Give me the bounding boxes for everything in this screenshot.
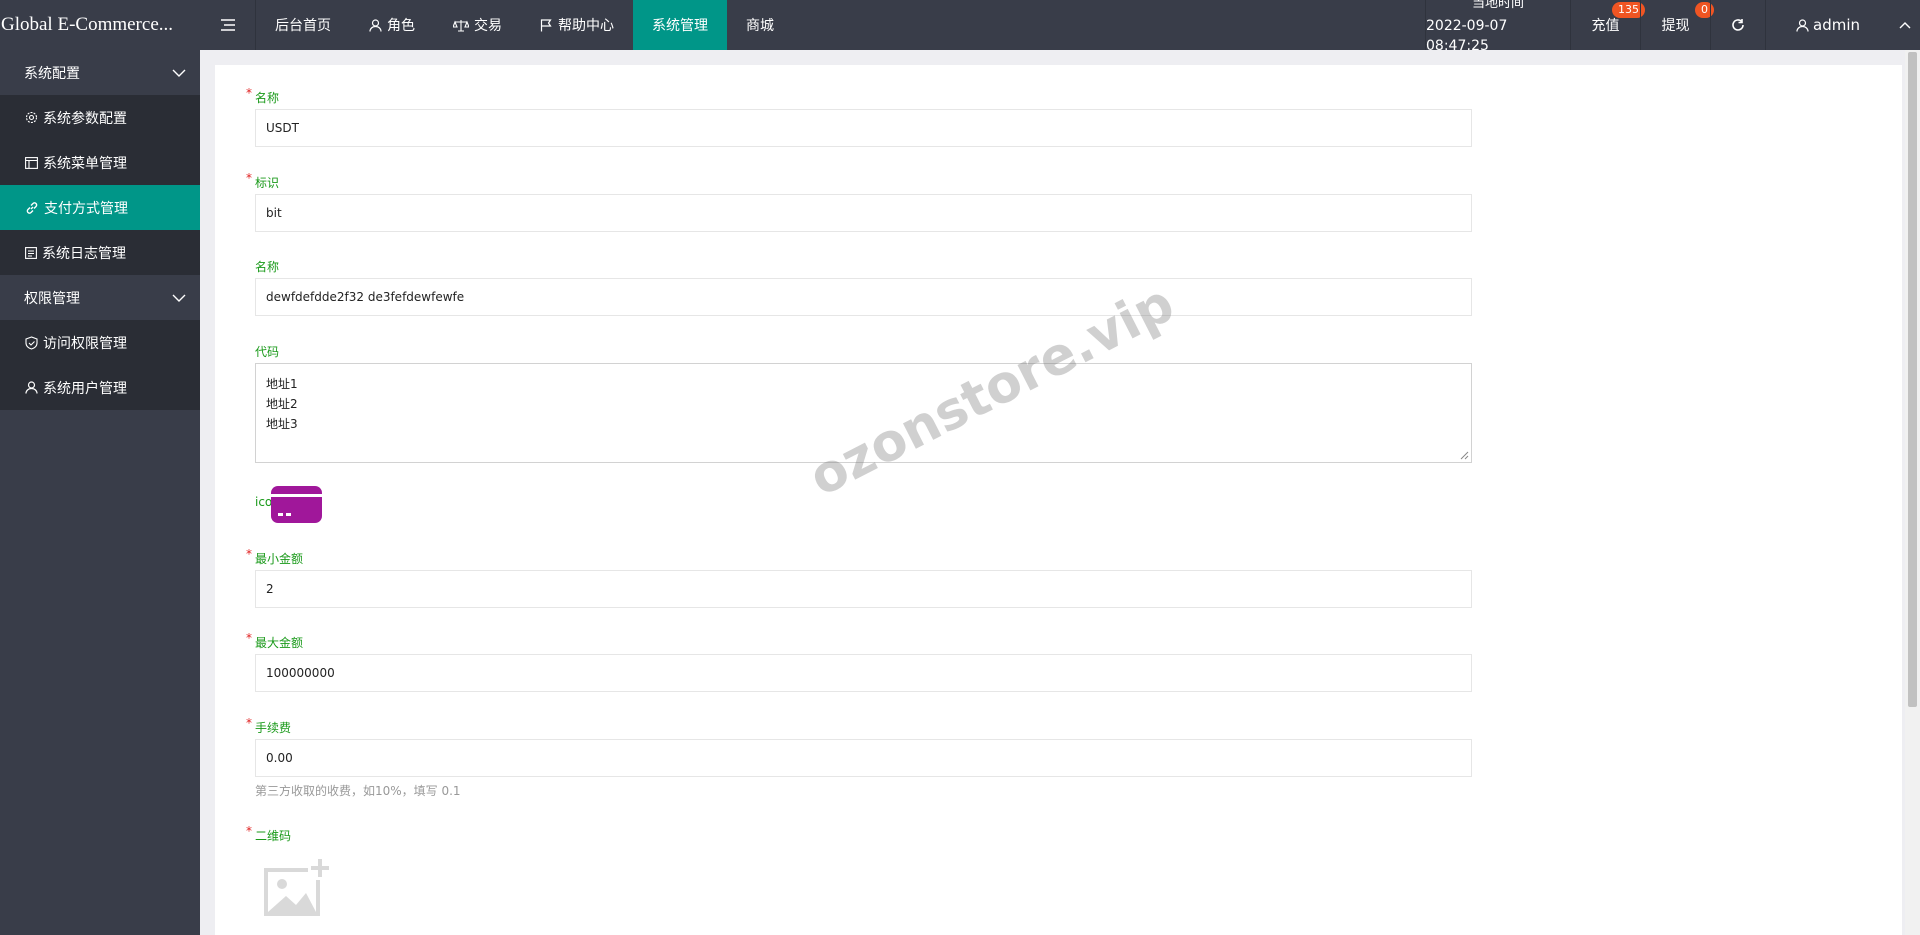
fee-label: * 手续费 bbox=[246, 716, 292, 735]
ident-input[interactable]: bit bbox=[255, 194, 1472, 232]
sidebar-group-label: 系统配置 bbox=[24, 65, 80, 82]
image-upload-icon[interactable] bbox=[262, 856, 332, 926]
sidebar-item-label: 访问权限管理 bbox=[43, 335, 127, 352]
nav-help-label: 帮助中心 bbox=[558, 18, 614, 34]
sidebar-item-label: 系统用户管理 bbox=[43, 380, 127, 397]
local-time-value: 2022-09-07 08:47:25 bbox=[1426, 17, 1508, 54]
nav-mall-label: 商城 bbox=[746, 18, 774, 34]
window-icon bbox=[25, 156, 38, 169]
brand-title: Global E-Commerce... bbox=[1, 14, 174, 35]
sidebar-group-permissions[interactable]: 权限管理 bbox=[0, 275, 200, 320]
gear-icon bbox=[25, 111, 38, 124]
min-amount-label: * 最小金额 bbox=[246, 547, 304, 566]
name-label: * 名称 bbox=[246, 86, 280, 105]
user-menu[interactable]: admin bbox=[1765, 0, 1890, 50]
sidebar-item-system-params[interactable]: 系统参数配置 bbox=[0, 95, 200, 140]
nav-trade-label: 交易 bbox=[474, 18, 502, 34]
nav-mall[interactable]: 商城 bbox=[727, 0, 793, 50]
ico-label: ico bbox=[255, 495, 273, 509]
name2-input[interactable]: dewfdefdde2f32 de3fefdewfewfe bbox=[255, 278, 1472, 316]
sidebar-item-system-logs[interactable]: 系统日志管理 bbox=[0, 230, 200, 275]
sidebar-group-system-config[interactable]: 系统配置 bbox=[0, 50, 200, 95]
nav-system-label: 系统管理 bbox=[652, 18, 708, 34]
user-icon bbox=[369, 18, 382, 32]
sidebar-item-label: 系统参数配置 bbox=[43, 110, 127, 127]
nav-trade[interactable]: 交易 bbox=[434, 0, 521, 50]
nav-home[interactable]: 后台首页 bbox=[256, 0, 350, 50]
chevron-down-icon bbox=[172, 69, 186, 77]
resize-handle-icon[interactable] bbox=[1460, 451, 1469, 460]
qr-label: * 二维码 bbox=[246, 824, 292, 843]
fee-hint: 第三方收取的收费，如10%，填写 0.1 bbox=[255, 784, 461, 798]
chevron-down-icon bbox=[172, 294, 186, 302]
required-mark: * bbox=[246, 86, 252, 100]
sidebar-group-label: 权限管理 bbox=[24, 290, 80, 307]
menu-toggle-icon[interactable] bbox=[200, 0, 256, 50]
top-header: Global E-Commerce... 后台首页 角色 交易 帮助中心 系统管… bbox=[0, 0, 1920, 54]
shield-icon bbox=[25, 335, 38, 350]
flag-icon bbox=[540, 18, 552, 31]
nav-home-label: 后台首页 bbox=[275, 18, 331, 34]
withdraw-label: 提现 bbox=[1661, 18, 1690, 34]
max-amount-input[interactable]: 100000000 bbox=[255, 654, 1472, 692]
sidebar-item-label: 支付方式管理 bbox=[44, 200, 128, 217]
required-mark: * bbox=[246, 171, 252, 185]
min-amount-input[interactable]: 2 bbox=[255, 570, 1472, 608]
code-line: 地址1 bbox=[266, 377, 298, 391]
fee-input[interactable]: 0.00 bbox=[255, 739, 1472, 777]
sidebar-item-payment-methods[interactable]: 支付方式管理 bbox=[0, 185, 200, 230]
name-input[interactable]: USDT bbox=[255, 109, 1472, 147]
nav-roles[interactable]: 角色 bbox=[350, 0, 434, 50]
top-nav: 后台首页 角色 交易 帮助中心 系统管理 商城 bbox=[256, 0, 793, 50]
scrollbar-thumb[interactable] bbox=[1908, 52, 1917, 707]
code-line: 地址2 bbox=[266, 397, 298, 411]
sidebar-item-system-users[interactable]: 系统用户管理 bbox=[0, 365, 200, 410]
recharge-label: 充值 bbox=[1591, 18, 1620, 34]
max-amount-label: * 最大金额 bbox=[246, 631, 304, 650]
link-icon bbox=[26, 201, 38, 214]
nav-roles-label: 角色 bbox=[387, 18, 415, 34]
ident-label: * 标识 bbox=[246, 171, 280, 190]
clipboard-icon bbox=[25, 247, 37, 259]
sidebar-item-label: 系统日志管理 bbox=[42, 245, 126, 262]
nav-system[interactable]: 系统管理 bbox=[633, 0, 727, 50]
required-mark: * bbox=[246, 716, 252, 730]
code-label: 代码 bbox=[255, 345, 280, 359]
sidebar-item-access-permissions[interactable]: 访问权限管理 bbox=[0, 320, 200, 365]
recharge-button[interactable]: 充值 135 bbox=[1570, 0, 1645, 50]
withdraw-button[interactable]: 提现 0 bbox=[1640, 0, 1714, 50]
refresh-icon[interactable] bbox=[1710, 0, 1765, 50]
user-icon bbox=[1796, 18, 1809, 32]
required-mark: * bbox=[246, 824, 252, 838]
sidebar-item-label: 系统菜单管理 bbox=[43, 155, 127, 172]
local-time: 当地时间 2022-09-07 08:47:25 bbox=[1425, 0, 1570, 54]
user-name: admin bbox=[1813, 16, 1860, 34]
scale-icon bbox=[453, 19, 469, 32]
payment-method-form: * 名称 USDT * 标识 bit 名称 dewfdefdde2f32 de3fe… bbox=[215, 65, 1902, 935]
name2-label: 名称 bbox=[255, 260, 280, 274]
collapse-icon[interactable] bbox=[1890, 0, 1920, 50]
card-icon[interactable] bbox=[271, 486, 322, 523]
sidebar: 系统配置 系统参数配置 系统菜单管理 支付方式管理 系统日志管理 权限管理 访问… bbox=[0, 50, 200, 935]
sidebar-item-system-menu[interactable]: 系统菜单管理 bbox=[0, 140, 200, 185]
user-icon bbox=[25, 381, 38, 394]
required-mark: * bbox=[246, 631, 252, 645]
required-mark: * bbox=[246, 547, 252, 561]
scrollbar[interactable] bbox=[1905, 50, 1920, 935]
local-time-label: 当地时间 bbox=[1471, 0, 1524, 11]
nav-help[interactable]: 帮助中心 bbox=[521, 0, 633, 50]
